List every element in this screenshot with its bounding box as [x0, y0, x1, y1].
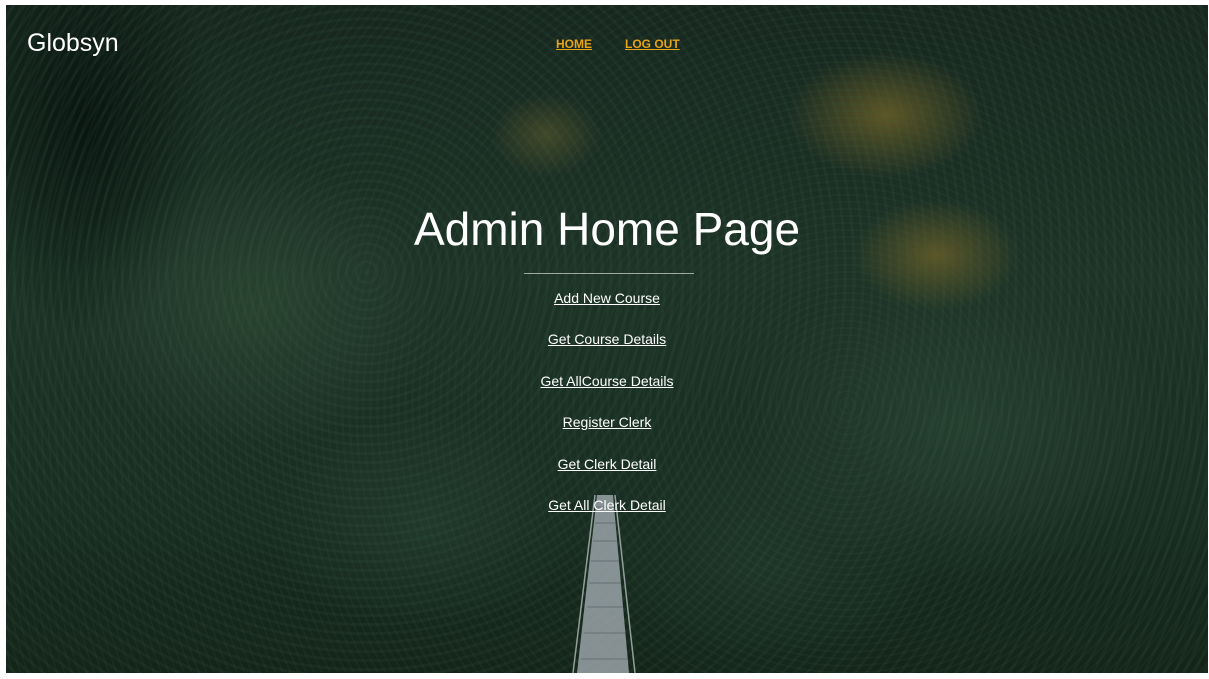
menu-item: Register Clerk: [6, 402, 1208, 444]
menu-item: Add New Course: [6, 277, 1208, 319]
menu-item: Get Course Details: [6, 319, 1208, 361]
admin-menu: Add New Course Get Course Details Get Al…: [6, 277, 1208, 526]
nav-home-link[interactable]: HOME: [556, 38, 592, 50]
brand-logo: Globsyn: [27, 29, 119, 57]
get-all-course-details-link[interactable]: Get AllCourse Details: [540, 373, 673, 389]
page-title: Admin Home Page: [413, 203, 801, 255]
page-background: Globsyn HOME LOG OUT Admin Home Page Add…: [6, 5, 1208, 673]
get-course-details-link[interactable]: Get Course Details: [548, 331, 666, 347]
get-all-clerk-detail-link[interactable]: Get All Clerk Detail: [548, 497, 665, 513]
menu-item: Get AllCourse Details: [6, 360, 1208, 402]
register-clerk-link[interactable]: Register Clerk: [563, 414, 652, 430]
title-divider: [524, 273, 694, 274]
menu-item: Get Clerk Detail: [6, 443, 1208, 485]
add-new-course-link[interactable]: Add New Course: [554, 290, 660, 306]
nav-logout-link[interactable]: LOG OUT: [625, 38, 680, 50]
menu-item: Get All Clerk Detail: [6, 485, 1208, 527]
get-clerk-detail-link[interactable]: Get Clerk Detail: [558, 456, 657, 472]
top-navigation: HOME LOG OUT: [556, 38, 680, 50]
